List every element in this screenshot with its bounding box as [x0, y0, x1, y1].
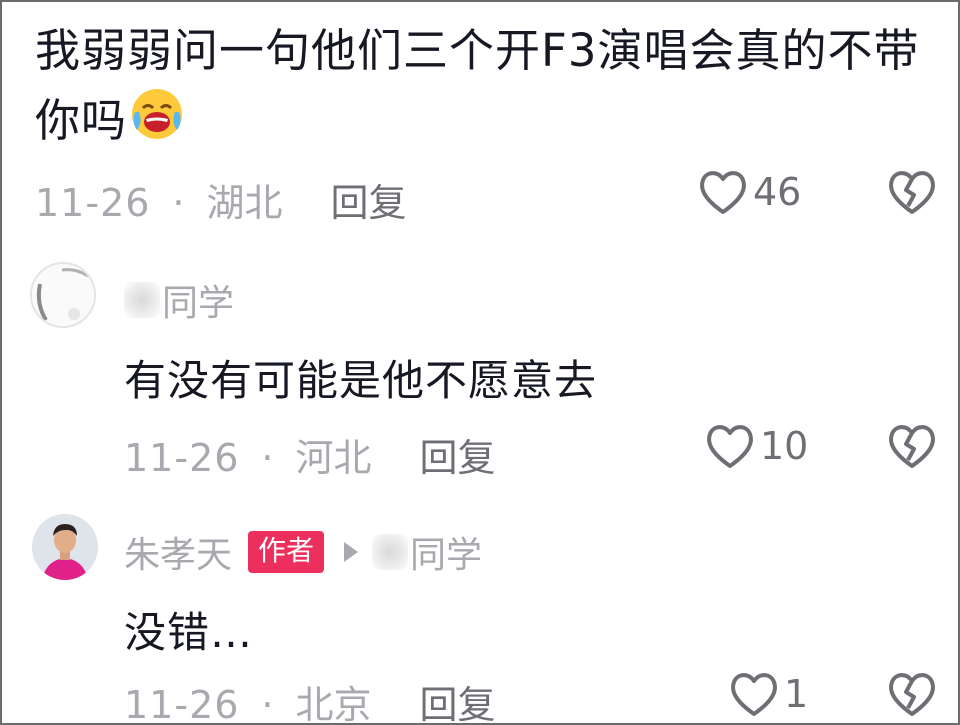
like-count: 10 [760, 424, 809, 468]
laughing-crying-emoji-icon [129, 86, 185, 142]
reply-meta: 11-26 · 河北 回复 [124, 427, 496, 482]
comment-date: 11-26 [124, 436, 240, 480]
reply-username[interactable]: 同学 [162, 274, 234, 326]
like-button[interactable]: 46 [697, 168, 801, 216]
broken-heart-icon [889, 673, 935, 716]
main-comment-meta: 11-26 · 湖北 回复 [35, 172, 407, 227]
comment-location: 湖北 [206, 181, 283, 225]
blurred-name-fragment [124, 282, 160, 318]
dislike-button[interactable] [886, 168, 938, 216]
author-username[interactable]: 朱孝天 [124, 526, 232, 578]
reply-text: 没错… [124, 608, 254, 657]
reply-text: 有没有可能是他不愿意去 [124, 356, 598, 405]
dislike-button[interactable] [886, 670, 938, 718]
blurred-name-fragment [372, 534, 409, 570]
author-badge: 作者 [248, 531, 325, 573]
reply-username-row: 同学 [124, 274, 234, 326]
broken-heart-icon [889, 425, 935, 468]
author-avatar[interactable] [32, 514, 98, 580]
dislike-button[interactable] [886, 422, 938, 470]
separator-dot: · [261, 436, 274, 480]
comment-date: 11-26 [124, 683, 240, 725]
like-button[interactable]: 10 [704, 422, 808, 470]
reply-button[interactable]: 回复 [420, 436, 496, 480]
like-count: 1 [784, 672, 809, 716]
avatar[interactable] [30, 262, 96, 328]
reply-button[interactable]: 回复 [420, 683, 496, 723]
reply-to-username[interactable]: 同学 [410, 526, 482, 578]
heart-icon [707, 425, 753, 468]
reply-arrow-icon [344, 542, 359, 562]
main-comment: 我弱弱问一句他们三个开F3演唱会真的不带你吗 [35, 16, 935, 156]
reply-username-row: 朱孝天 作者 同学 [124, 526, 482, 578]
comment-thread: 我弱弱问一句他们三个开F3演唱会真的不带你吗 11-26·湖北回复 46 [0, 0, 960, 725]
reply-button[interactable]: 回复 [331, 181, 407, 225]
separator-dot: · [261, 683, 274, 725]
comment-date: 11-26 [35, 181, 151, 225]
heart-icon [731, 673, 777, 716]
reply-meta: 11-26 · 北京 回复 [124, 674, 496, 725]
comment-location: 河北 [295, 436, 372, 480]
comment-location: 北京 [295, 683, 372, 725]
separator-dot: · [172, 181, 185, 225]
broken-heart-icon [889, 171, 935, 214]
heart-icon [700, 171, 746, 214]
like-button[interactable]: 1 [728, 670, 808, 718]
like-count: 46 [753, 170, 802, 214]
